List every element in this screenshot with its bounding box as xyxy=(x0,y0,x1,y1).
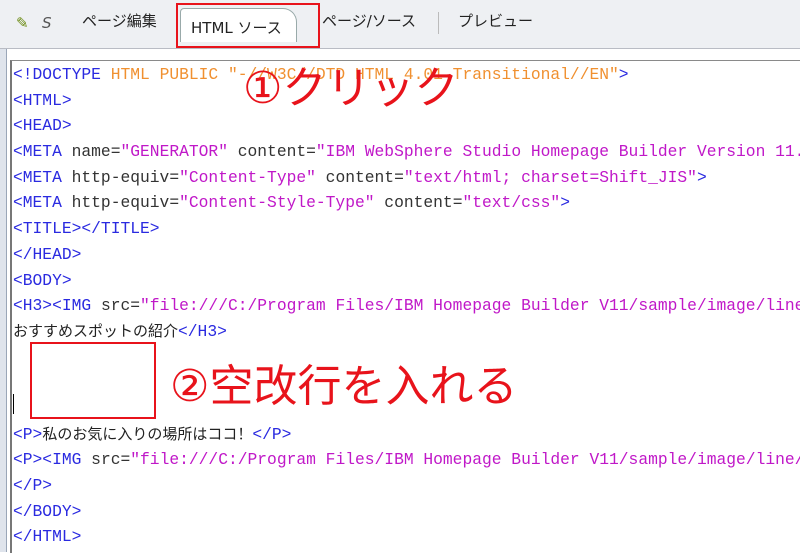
code-line[interactable]: <META http-equiv="Content-Style-Type" co… xyxy=(13,190,800,216)
left-panel-edge xyxy=(0,0,7,552)
value-token: "Content-Type" xyxy=(179,167,316,187)
annotation-click: ①クリック xyxy=(243,63,459,114)
source-code[interactable]: <!DOCTYPE HTML PUBLIC "-//W3C//DTD HTML … xyxy=(13,62,800,550)
code-line[interactable]: <BODY> xyxy=(13,268,800,294)
value-token: "text/css" xyxy=(462,193,561,213)
tag-token: <META xyxy=(13,142,72,162)
tag-token: <!DOCTYPE xyxy=(13,65,111,84)
tag-token: </P> xyxy=(13,476,53,495)
text-cursor xyxy=(13,394,14,414)
text-token: 私のお気に入りの場所はココ！ xyxy=(42,424,253,443)
view-tab-bar: ✎ S ページ編集 HTML ソース ページ/ソース プレビュー xyxy=(0,0,800,49)
tag-token: <HEAD> xyxy=(13,116,72,136)
tag-token: > xyxy=(618,65,629,84)
tag-token: > xyxy=(560,193,570,213)
value-token: "Content-Style-Type" xyxy=(179,193,375,213)
code-line[interactable]: </HEAD> xyxy=(13,242,800,268)
tag-token: <BODY> xyxy=(13,270,72,290)
highlight-box-blank-lines xyxy=(30,342,156,419)
attribute-token: http-equiv= xyxy=(71,167,180,187)
tag-token: </HEAD> xyxy=(13,244,82,264)
code-line[interactable]: <META name="GENERATOR" content="IBM WebS… xyxy=(13,139,800,165)
code-line[interactable]: <H3><IMG src="file:///C:/Program Files/I… xyxy=(13,293,800,319)
tag-token: > xyxy=(696,167,707,187)
tag-token: <P><IMG xyxy=(13,450,92,470)
code-line[interactable]: </HTML> xyxy=(13,524,800,550)
code-line[interactable]: </BODY> xyxy=(13,499,800,525)
tag-token: </H3> xyxy=(178,321,227,341)
value-token: "IBM WebSphere Studio Homepage Builder V… xyxy=(315,142,800,162)
tab-page-source[interactable]: ページ/ソース xyxy=(322,10,416,31)
code-line[interactable]: </P> xyxy=(13,473,800,499)
pen-icon[interactable]: ✎ xyxy=(16,14,29,32)
attribute-token: src= xyxy=(91,450,131,470)
attribute-token: content= xyxy=(315,167,404,187)
tab-divider xyxy=(438,12,439,34)
highlight-box-tab xyxy=(176,3,320,48)
tag-token: </P> xyxy=(252,424,292,444)
code-line[interactable]: <HEAD> xyxy=(13,113,800,139)
tag-token: <HTML> xyxy=(13,90,72,110)
annotation-blank-line: ②空改行を入れる xyxy=(170,361,518,412)
tag-token: </HTML> xyxy=(13,527,82,547)
tag-token: <META xyxy=(13,167,72,187)
code-line[interactable]: おすすめスポットの紹介</H3> xyxy=(13,319,800,345)
tab-page-edit[interactable]: ページ編集 xyxy=(82,10,157,31)
tag-token: <H3><IMG xyxy=(13,296,101,316)
tag-token: </BODY> xyxy=(13,501,82,521)
value-token: "text/html; charset=Shift_JIS" xyxy=(403,167,697,187)
text-token: おすすめスポットの紹介 xyxy=(13,321,179,340)
code-line[interactable]: <P>私のお気に入りの場所はココ！</P> xyxy=(13,422,800,448)
tag-token: <TITLE></TITLE> xyxy=(13,219,160,239)
attribute-token: name= xyxy=(71,142,121,162)
attribute-token: content= xyxy=(374,193,463,213)
code-line[interactable]: <META http-equiv="Content-Type" content=… xyxy=(13,165,800,191)
attribute-token: content= xyxy=(227,142,316,162)
value-token: "file:///C:/Program Files/IBM Homepage B… xyxy=(140,296,800,316)
tag-token: <META xyxy=(13,193,72,213)
code-line[interactable]: <TITLE></TITLE> xyxy=(13,216,800,242)
tab-preview[interactable]: プレビュー xyxy=(458,10,533,31)
value-token: "file:///C:/Program Files/IBM Homepage B… xyxy=(130,450,800,470)
tag-token: <P> xyxy=(13,424,43,444)
s-icon[interactable]: S xyxy=(42,14,52,32)
code-line[interactable]: <P><IMG src="file:///C:/Program Files/IB… xyxy=(13,447,800,473)
value-token: "GENERATOR" xyxy=(120,142,228,162)
attribute-token: src= xyxy=(100,296,141,316)
attribute-token: http-equiv= xyxy=(71,193,180,213)
